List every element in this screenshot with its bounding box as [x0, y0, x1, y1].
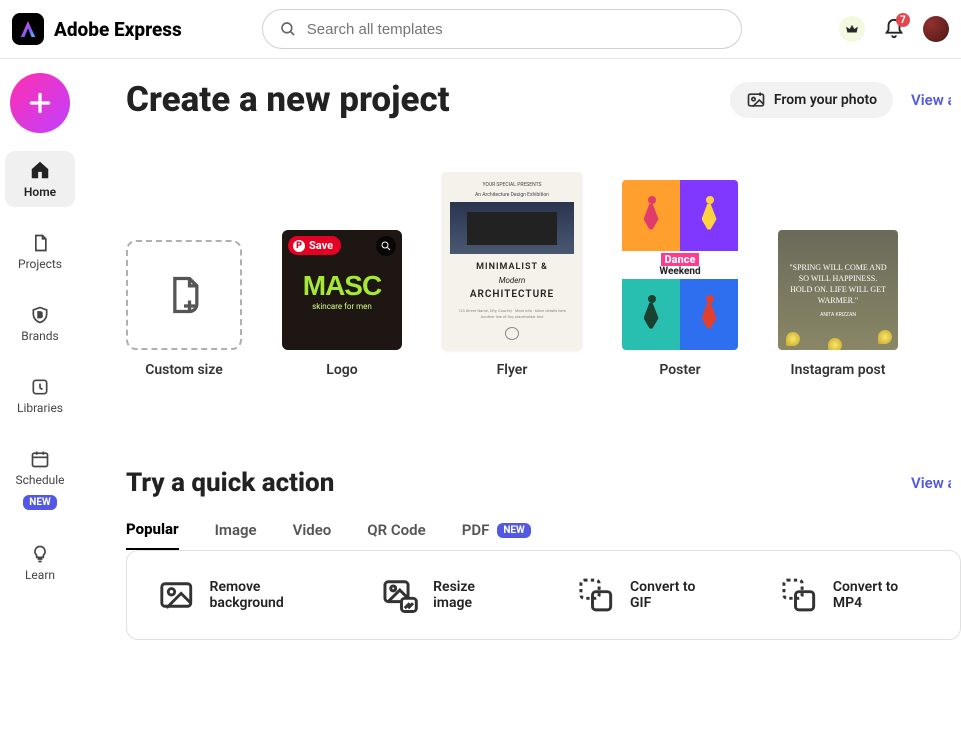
sidebar-item-schedule[interactable]: Schedule NEW	[5, 441, 75, 518]
qa-remove-background[interactable]: Remove background	[157, 575, 320, 615]
view-all-link[interactable]: View all	[911, 91, 951, 109]
convert-mp4-icon	[779, 575, 819, 615]
sidebar-item-brands[interactable]: B Brands	[5, 297, 75, 351]
sidebar-item-learn[interactable]: Learn	[5, 536, 75, 590]
create-title: Create a new project	[126, 79, 450, 120]
qa-convert-mp4[interactable]: Convert to MP4	[779, 575, 930, 615]
plus-icon	[27, 90, 53, 116]
pinterest-icon: P	[293, 240, 305, 252]
library-icon	[30, 377, 50, 397]
qa-convert-gif[interactable]: Convert to GIF	[576, 575, 719, 615]
quick-actions-container: Remove background Resize image Convert t…	[126, 550, 961, 640]
new-badge: NEW	[23, 495, 56, 510]
photo-plus-icon	[746, 90, 766, 110]
template-logo[interactable]: P Save MASC skincare for men Logo	[282, 230, 402, 378]
header-actions: 7	[839, 16, 949, 42]
main-content: Create a new project From your photo Vie…	[80, 59, 961, 741]
new-file-icon	[162, 273, 206, 317]
resize-icon	[380, 575, 420, 615]
app-header: Adobe Express 7	[0, 0, 961, 59]
card-label: Poster	[659, 362, 700, 378]
notification-count: 7	[896, 13, 910, 27]
instagram-thumb: "SPRING WILL COME AND SO WILL HAPPINESS.…	[778, 230, 898, 350]
search-input[interactable]	[307, 21, 725, 38]
notifications-button[interactable]: 7	[883, 18, 905, 40]
sidebar-item-home[interactable]: Home	[5, 151, 75, 207]
quick-title: Try a quick action	[126, 468, 334, 498]
sidebar-item-projects[interactable]: Projects	[5, 225, 75, 279]
from-your-photo-button[interactable]: From your photo	[730, 82, 893, 118]
sidebar-item-libraries[interactable]: Libraries	[5, 369, 75, 423]
flyer-photo	[450, 202, 574, 254]
remove-bg-icon	[157, 575, 196, 615]
pinterest-save-button[interactable]: P Save	[288, 236, 341, 255]
convert-gif-icon	[576, 575, 616, 615]
custom-size-thumb	[126, 240, 242, 350]
quick-tabs: Popular Image Video QR Code PDF NEW	[126, 520, 961, 550]
template-instagram-post[interactable]: "SPRING WILL COME AND SO WILL HAPPINESS.…	[778, 230, 898, 378]
calendar-icon	[30, 449, 50, 469]
create-button[interactable]	[10, 73, 70, 133]
template-poster[interactable]: Dance Weekend Poster	[622, 180, 738, 378]
card-label: Logo	[326, 362, 357, 378]
flyer-thumb: YOUR SPECIAL PRESENTS An Architecture De…	[442, 172, 582, 350]
tab-video[interactable]: Video	[293, 521, 332, 549]
poster-thumb: Dance Weekend	[622, 180, 738, 350]
card-label: Custom size	[145, 362, 223, 378]
tab-image[interactable]: Image	[215, 521, 257, 549]
sidebar-label: Libraries	[17, 401, 63, 415]
premium-icon[interactable]	[839, 16, 865, 42]
sidebar-label: Brands	[21, 329, 58, 343]
sidebar-label: Schedule	[15, 473, 64, 487]
file-icon	[30, 233, 50, 253]
quick-action-header: Try a quick action View all	[126, 468, 961, 498]
template-custom-size[interactable]: Custom size	[126, 240, 242, 378]
card-label: Flyer	[497, 362, 528, 378]
brand-logo[interactable]: Adobe Express	[12, 13, 182, 45]
expand-icon[interactable]	[376, 236, 396, 256]
sidebar-label: Learn	[25, 568, 55, 582]
brand-icon: B	[30, 305, 50, 325]
sidebar-label: Home	[24, 185, 56, 199]
user-avatar[interactable]	[923, 16, 949, 42]
logo-thumb: P Save MASC skincare for men	[282, 230, 402, 350]
home-icon	[29, 159, 51, 181]
bulb-icon	[30, 544, 50, 564]
create-section-header: Create a new project From your photo Vie…	[126, 79, 961, 120]
qa-resize-image[interactable]: Resize image	[380, 575, 517, 615]
tab-qr-code[interactable]: QR Code	[367, 521, 425, 549]
sidebar-label: Projects	[18, 257, 62, 271]
search-icon	[279, 20, 297, 38]
new-badge: NEW	[497, 523, 530, 538]
view-all-link[interactable]: View all	[911, 474, 951, 492]
tab-pdf[interactable]: PDF NEW	[462, 521, 531, 549]
tab-popular[interactable]: Popular	[126, 520, 179, 550]
project-template-row: Custom size P Save MASC skincare for men…	[126, 172, 961, 378]
svg-text:B: B	[38, 311, 43, 320]
sidebar: Home Projects B Brands Libraries Schedul…	[0, 59, 80, 741]
logo-mark	[12, 13, 44, 45]
template-flyer[interactable]: YOUR SPECIAL PRESENTS An Architecture De…	[442, 172, 582, 378]
card-label: Instagram post	[791, 362, 886, 378]
brand-name: Adobe Express	[54, 18, 182, 41]
search-bar[interactable]	[262, 9, 742, 49]
